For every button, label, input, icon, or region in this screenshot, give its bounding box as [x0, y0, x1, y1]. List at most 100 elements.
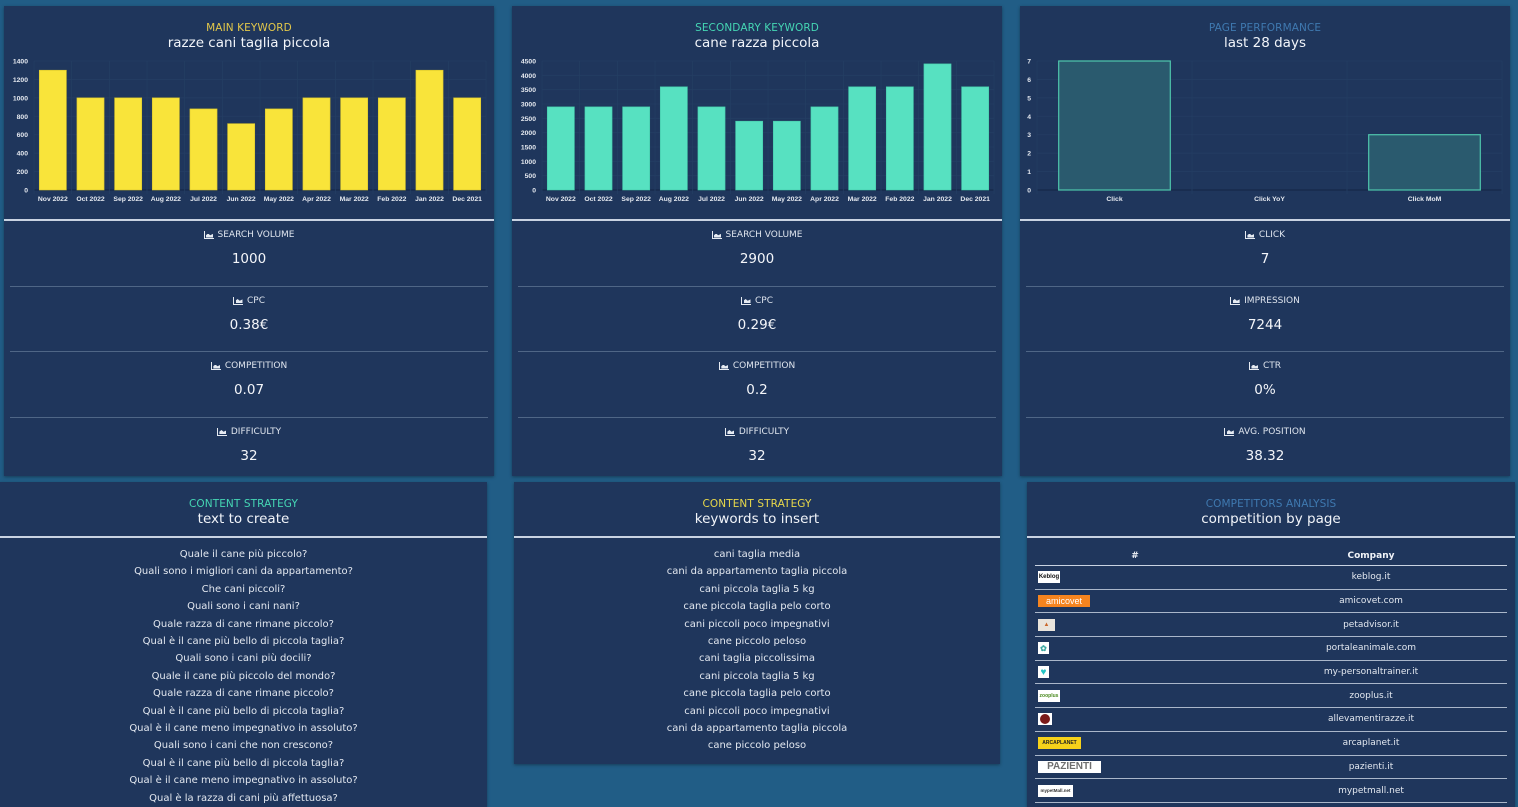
bar[interactable]: [38, 69, 67, 191]
y-tick-label: 1000: [521, 159, 536, 166]
divider: [0, 536, 487, 538]
y-tick-label: 1500: [521, 145, 536, 152]
metric-label: SEARCH VOLUME: [217, 230, 295, 240]
page-performance-bar-chart: 0 1 2 3 4 5 6 7 Click Click YoY Click MoM: [1027, 59, 1503, 203]
bar[interactable]: [735, 120, 764, 191]
logo-cell: PAZIENTI: [1035, 760, 1235, 773]
x-tick-label: Jul 2022: [698, 196, 725, 203]
company-link[interactable]: amicovet.com: [1235, 596, 1507, 606]
list-item: Qual è la razza di cani più affettuosa?: [149, 792, 338, 804]
logo-cell: ▲: [1035, 618, 1235, 631]
bar[interactable]: [848, 86, 877, 191]
table-row[interactable]: ✿ portaleanimale.com: [1035, 637, 1507, 661]
metric-value: 2900: [739, 251, 775, 267]
logo-cell: mypetMall.net: [1035, 784, 1235, 797]
metric-value: 0.38€: [229, 316, 269, 333]
list-item: Che cani piccoli?: [201, 583, 286, 595]
area-chart-icon: [216, 427, 227, 436]
y-tick-label: 0: [24, 188, 28, 195]
metric-label: CPC: [247, 295, 265, 306]
secondary-keyword-panel: SECONDARY KEYWORD cane razza piccola 0 50…: [512, 6, 1002, 476]
x-tick-label: Apr 2022: [302, 196, 331, 203]
x-tick-label: Click YoY: [1254, 196, 1285, 203]
list-item: Quale razza di cane rimane piccolo?: [153, 618, 334, 630]
bar[interactable]: [114, 97, 143, 191]
table-row[interactable]: ARCAPLANET arcaplanet.it: [1035, 732, 1507, 756]
company-link[interactable]: petadvisor.it: [1235, 620, 1507, 630]
x-tick-label: Sep 2022: [621, 196, 651, 203]
company-link[interactable]: keblog.it: [1235, 572, 1507, 582]
bar[interactable]: [189, 108, 218, 191]
y-tick-label: 400: [17, 151, 29, 158]
y-tick-label: 500: [525, 173, 537, 180]
x-tick-label: Dec 2021: [960, 196, 990, 203]
bar[interactable]: [151, 97, 180, 191]
bar[interactable]: [340, 97, 369, 191]
metric-value: 1000: [231, 251, 267, 267]
x-tick-label: Click: [1106, 196, 1122, 203]
y-tick-label: 2500: [521, 116, 536, 123]
table-row[interactable]: mypetMall.net mypetmall.net: [1035, 779, 1507, 803]
list-item: cani piccola taglia 5 kg: [699, 670, 815, 682]
list-item: Quali sono i cani che non crescono?: [153, 740, 334, 752]
panel-subtitle: PAGE PERFORMANCE: [1208, 22, 1322, 34]
table-row[interactable]: ♥ my-personaltrainer.it: [1035, 661, 1507, 685]
panel-title: cane razza piccola: [694, 35, 820, 51]
company-link[interactable]: arcaplanet.it: [1235, 738, 1507, 748]
bar[interactable]: [961, 86, 990, 191]
bar[interactable]: [377, 97, 406, 191]
table-row[interactable]: Keblog keblog.it: [1035, 566, 1507, 590]
y-tick-label: 6: [1027, 77, 1031, 84]
bar[interactable]: [76, 97, 105, 191]
company-link[interactable]: zooplus.it: [1235, 691, 1507, 701]
x-tick-label: Jun 2022: [227, 196, 256, 203]
bar[interactable]: [1368, 134, 1481, 191]
bar[interactable]: [227, 123, 256, 191]
logo-cell: amicovet: [1035, 595, 1235, 608]
area-chart-icon: [203, 231, 214, 239]
metric-value: 7: [1260, 251, 1270, 267]
x-tick-label: May 2022: [772, 196, 802, 203]
x-tick-label: Jun 2022: [735, 196, 764, 203]
bar[interactable]: [772, 120, 801, 191]
table-row[interactable]: amicovet amicovet.com: [1035, 590, 1507, 614]
table-header: # Company: [1035, 546, 1507, 566]
bar[interactable]: [546, 106, 575, 191]
bar[interactable]: [810, 106, 839, 191]
bar[interactable]: [415, 69, 444, 191]
x-tick-label: Sep 2022: [113, 196, 143, 203]
table-row[interactable]: PAZIENTI pazienti.it: [1035, 756, 1507, 780]
logo-cell: [1035, 713, 1235, 726]
x-tick-label: Feb 2022: [885, 196, 914, 203]
bar[interactable]: [885, 86, 914, 191]
metric-avg-position: AVG. POSITION 38.32: [1020, 418, 1510, 477]
bar[interactable]: [1058, 60, 1171, 191]
company-link[interactable]: portaleanimale.com: [1235, 643, 1507, 653]
x-tick-label: Nov 2022: [546, 196, 576, 203]
bar[interactable]: [264, 108, 293, 191]
table-row[interactable]: allevamentirazze.it: [1035, 708, 1507, 732]
bar[interactable]: [659, 86, 688, 191]
company-link[interactable]: allevamentirazze.it: [1235, 714, 1507, 724]
panel-header: PAGE PERFORMANCE last 28 days: [1020, 6, 1510, 52]
list-item: Qual è il cane più bello di piccola tagl…: [142, 636, 345, 648]
metric-value: 7244: [1247, 316, 1283, 333]
keblog-logo-icon: Keblog: [1038, 571, 1060, 584]
list-item: Quale il cane più piccolo?: [179, 549, 308, 560]
bar[interactable]: [697, 106, 726, 191]
y-tick-label: 4: [1027, 114, 1031, 121]
amicovet-logo-icon: amicovet: [1038, 595, 1090, 608]
company-link[interactable]: pazienti.it: [1235, 762, 1507, 772]
logo-cell: ARCAPLANET: [1035, 737, 1235, 750]
company-link[interactable]: my-personaltrainer.it: [1235, 667, 1507, 677]
bar[interactable]: [584, 106, 613, 191]
x-tick-label: Nov 2022: [38, 196, 68, 203]
bar[interactable]: [923, 63, 952, 191]
table-row[interactable]: zooplus zooplus.it: [1035, 684, 1507, 709]
company-link[interactable]: mypetmall.net: [1235, 786, 1507, 796]
bar[interactable]: [302, 97, 331, 191]
bar[interactable]: [453, 97, 482, 191]
panel-header: CONTENT STRATEGY text to create: [0, 482, 487, 528]
bar[interactable]: [622, 106, 651, 191]
table-row[interactable]: ▲ petadvisor.it: [1035, 613, 1507, 638]
